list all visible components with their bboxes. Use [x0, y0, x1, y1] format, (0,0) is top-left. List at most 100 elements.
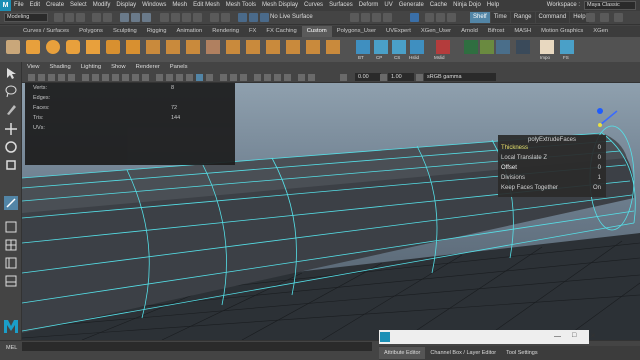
field-chart-icon[interactable]	[122, 74, 129, 81]
tab-rendering[interactable]: Rendering	[207, 26, 244, 37]
resolution-gate-icon[interactable]	[102, 74, 109, 81]
symmetry-icon[interactable]	[350, 13, 359, 22]
bridge-icon[interactable]	[266, 40, 280, 54]
minimize-icon[interactable]: —	[554, 333, 561, 340]
four-view-icon[interactable]	[4, 238, 18, 252]
menu-deform[interactable]: Deform	[356, 0, 382, 11]
menu-select[interactable]: Select	[67, 0, 90, 11]
exposure-field[interactable]: 0.00	[355, 73, 381, 81]
maximize-icon[interactable]: □	[572, 332, 576, 339]
menu-ninja-dojo[interactable]: Ninja Dojo	[450, 0, 484, 11]
exposure-icon[interactable]	[340, 74, 347, 81]
view-transform-select[interactable]: sRGB gamma	[424, 73, 496, 81]
render-frame-icon[interactable]	[249, 13, 258, 22]
append-icon[interactable]	[326, 40, 340, 54]
workspace-select[interactable]: Maya Classic	[584, 1, 636, 10]
poly-torus-icon[interactable]	[106, 40, 120, 54]
poly-sphere-icon[interactable]	[46, 40, 60, 54]
image-plane-icon[interactable]	[68, 74, 75, 81]
gate-mask-icon[interactable]	[112, 74, 119, 81]
tab-arnold[interactable]: Arnold	[456, 26, 483, 37]
tab-motion-graphics[interactable]: Motion Graphics	[536, 26, 588, 37]
poly-cube-icon[interactable]	[26, 40, 40, 54]
input-ops-icon[interactable]	[372, 13, 381, 22]
redo-icon[interactable]	[103, 13, 112, 22]
camera-lock-icon[interactable]	[38, 74, 45, 81]
close-icon[interactable]: ✕	[590, 332, 596, 340]
command-input[interactable]	[22, 342, 372, 351]
mirror-icon[interactable]	[246, 40, 260, 54]
select-object-icon[interactable]	[131, 13, 140, 22]
smooth-icon[interactable]	[206, 40, 220, 54]
outliner-layout-icon[interactable]	[4, 256, 18, 270]
panel-menu-panels[interactable]: Panels	[165, 62, 193, 72]
impo-icon[interactable]	[540, 40, 554, 54]
snap-grid-icon[interactable]	[160, 13, 169, 22]
bt-icon[interactable]	[356, 40, 370, 54]
ambient-occlusion-icon[interactable]	[254, 74, 261, 81]
menu-generate[interactable]: Generate	[396, 0, 427, 11]
tab-fx-caching[interactable]: FX Caching	[261, 26, 301, 37]
bevel-icon[interactable]	[306, 40, 320, 54]
shelf-menu-icon[interactable]	[6, 40, 20, 54]
offset-row[interactable]: Offset 0	[501, 165, 603, 171]
panel-menu-lighting[interactable]: Lighting	[76, 62, 106, 72]
motion-blur-icon[interactable]	[264, 74, 271, 81]
toggle-outliner-icon[interactable]	[436, 13, 445, 22]
xray-joints-icon[interactable]	[230, 74, 237, 81]
soft-select-icon[interactable]	[361, 13, 370, 22]
tab-polygons-user[interactable]: Polygons_User	[332, 26, 381, 37]
dark-tool-icon[interactable]	[516, 40, 530, 54]
thickness-value[interactable]: 0	[598, 145, 601, 151]
graph-layout-icon[interactable]	[4, 274, 18, 288]
menu-file[interactable]: File	[11, 0, 27, 11]
panel-menu-renderer[interactable]: Renderer	[131, 62, 165, 72]
keep-faces-together-value[interactable]: On	[593, 185, 601, 191]
menu-edit[interactable]: Edit	[27, 0, 43, 11]
menu-windows[interactable]: Windows	[139, 0, 169, 11]
thickness-row[interactable]: Thickness 0	[501, 145, 603, 151]
cp-icon[interactable]	[374, 40, 388, 54]
tab-channel-box[interactable]: Channel Box / Layer Editor	[425, 347, 501, 359]
construction-icon[interactable]	[221, 13, 230, 22]
grid-toggle-icon[interactable]	[82, 74, 89, 81]
tab-polygons[interactable]: Polygons	[74, 26, 108, 37]
isolate-select-icon[interactable]	[298, 74, 305, 81]
combine-icon[interactable]	[146, 40, 160, 54]
tab-xgen-user[interactable]: XGen_User	[416, 26, 456, 37]
film-gate-icon[interactable]	[92, 74, 99, 81]
toggle-attribute-icon[interactable]	[447, 13, 456, 22]
fs-icon[interactable]	[560, 40, 574, 54]
tab-fx[interactable]: FX	[244, 26, 261, 37]
expand-icon[interactable]	[614, 13, 623, 22]
safe-title-icon[interactable]	[142, 74, 149, 81]
render-view-icon[interactable]	[238, 13, 247, 22]
local-translate-z-row[interactable]: Local Translate Z 0	[501, 155, 603, 161]
last-tool-icon[interactable]	[4, 196, 18, 210]
gamma-field[interactable]: 1.00	[388, 73, 414, 81]
extract-icon[interactable]	[186, 40, 200, 54]
menu-create[interactable]: Create	[43, 0, 67, 11]
tab-animation[interactable]: Animation	[171, 26, 207, 37]
separate-icon[interactable]	[166, 40, 180, 54]
depth-of-field-icon[interactable]	[284, 74, 291, 81]
color-management-icon[interactable]	[416, 74, 423, 81]
menu-surfaces[interactable]: Surfaces	[326, 0, 356, 11]
extrude-icon[interactable]	[286, 40, 300, 54]
use-all-lights-icon[interactable]	[196, 74, 203, 81]
login-icon[interactable]	[410, 13, 419, 22]
select-hierarchy-icon[interactable]	[120, 13, 129, 22]
tab-tool-settings[interactable]: Tool Settings	[501, 347, 543, 359]
hslid-icon[interactable]	[410, 40, 424, 54]
smooth-shade-icon[interactable]	[166, 74, 173, 81]
tab-range[interactable]: Range	[510, 12, 535, 23]
tab-uvexpert[interactable]: UVExpert	[381, 26, 416, 37]
menu-display[interactable]: Display	[113, 0, 139, 11]
green-tool-icon[interactable]	[464, 40, 478, 54]
menu-uv[interactable]: UV	[381, 0, 395, 11]
select-component-icon[interactable]	[142, 13, 151, 22]
paint-select-icon[interactable]	[4, 102, 18, 116]
tab-command[interactable]: Command	[535, 12, 570, 23]
mslid-icon[interactable]	[436, 40, 450, 54]
panel-menu-shading[interactable]: Shading	[44, 62, 75, 72]
